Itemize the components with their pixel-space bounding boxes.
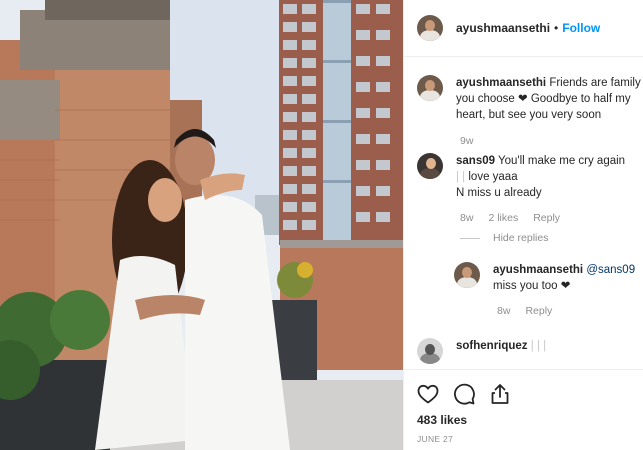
comment-text-line2: love yaaa: [468, 171, 518, 183]
caption-username[interactable]: ayushmaansethi: [456, 77, 546, 89]
likes-count[interactable]: 483 likes: [417, 413, 467, 427]
reply-reply-button[interactable]: Reply: [525, 305, 552, 317]
comments-list[interactable]: ayushmaansethi Friends are family you ch…: [404, 57, 643, 369]
commenter-avatar[interactable]: [417, 153, 443, 179]
comment-text-line3: N miss u already: [456, 187, 542, 199]
comment-text-line1: You'll make me cry again: [498, 155, 626, 167]
post-photo[interactable]: [0, 0, 403, 450]
heart-icon[interactable]: [416, 382, 440, 406]
reply-username[interactable]: ayushmaansethi: [493, 264, 583, 276]
reply-time: 8w: [497, 305, 511, 317]
author-avatar[interactable]: [417, 15, 443, 41]
comment-icon[interactable]: [452, 382, 476, 406]
caption-time: 9w: [460, 135, 474, 147]
comment-username[interactable]: sans09: [456, 155, 495, 167]
reply-text: miss you too ❤: [493, 280, 571, 292]
emoji-placeholder: | | |: [530, 340, 547, 352]
hide-replies-button[interactable]: Hide replies: [460, 232, 548, 244]
comment-item: sofhenriquez | | |: [417, 338, 546, 364]
post-date[interactable]: JUNE 27: [417, 434, 453, 444]
post-photo-illustration: [0, 0, 403, 450]
hide-replies-label: Hide replies: [493, 232, 549, 244]
caption-author-avatar[interactable]: [417, 75, 443, 101]
comment-text-block: sans09 You'll make me cry again | | love…: [456, 153, 642, 201]
caption-comment: ayushmaansethi Friends are family you ch…: [417, 75, 642, 123]
header-separator: •: [554, 21, 559, 35]
comment-item: sans09 You'll make me cry again | | love…: [417, 153, 642, 201]
commenter-avatar[interactable]: [417, 338, 443, 364]
comment-likes-count[interactable]: 2 likes: [488, 212, 518, 224]
reply-author-avatar[interactable]: [454, 262, 480, 288]
post-side-panel: ayushmaansethi • Follow ayushmaansethi F…: [403, 0, 643, 450]
follow-button[interactable]: Follow: [562, 21, 600, 35]
comment-meta: 8w 2 likes Reply: [460, 212, 560, 224]
reply-item: ayushmaansethi @sans09 miss you too ❤: [454, 262, 643, 294]
author-username[interactable]: ayushmaansethi: [456, 21, 550, 35]
reply-mention[interactable]: @sans09: [586, 264, 635, 276]
caption-meta: 9w: [460, 135, 473, 147]
post-header: ayushmaansethi • Follow: [404, 0, 643, 57]
hide-replies-divider: [460, 237, 480, 239]
reply-text-block: ayushmaansethi @sans09 miss you too ❤: [493, 262, 643, 294]
share-icon[interactable]: [488, 382, 512, 406]
comment-username[interactable]: sofhenriquez: [456, 340, 528, 352]
comment-text-block: sofhenriquez | | |: [456, 338, 546, 364]
caption-text-block: ayushmaansethi Friends are family you ch…: [456, 75, 642, 123]
post-actions: 483 likes JUNE 27: [404, 369, 643, 450]
action-icons: [416, 382, 512, 406]
emoji-placeholder: | |: [456, 171, 466, 183]
reply-meta: 8w Reply: [497, 305, 552, 317]
instagram-post-window: ayushmaansethi • Follow ayushmaansethi F…: [0, 0, 643, 450]
comment-reply-button[interactable]: Reply: [533, 212, 560, 224]
comment-time: 8w: [460, 212, 474, 224]
